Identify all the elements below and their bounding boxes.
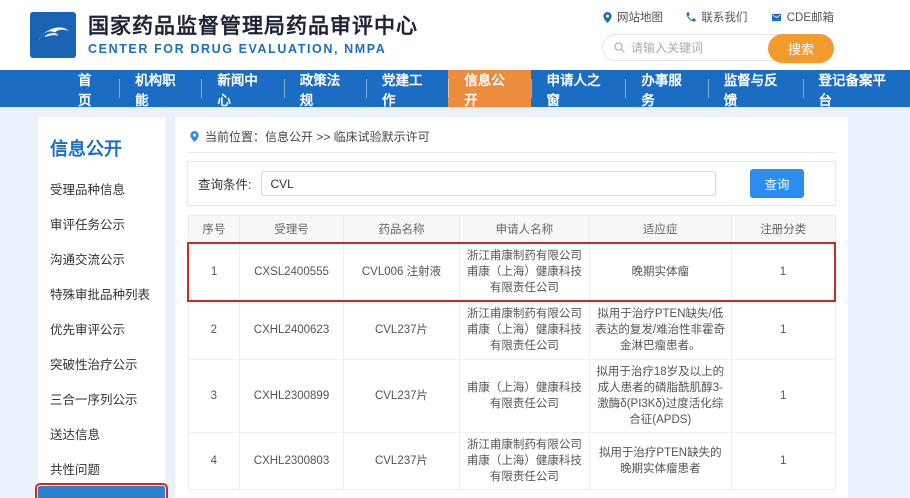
site-title-block: 国家药品监督管理局药品审评中心 CENTER FOR DRUG EVALUATI… <box>88 14 418 56</box>
query-bar: 查询条件: 查询 <box>187 161 836 206</box>
cell-indication: 拟用于治疗18岁及以上的成人患者的磷脂酰肌醇3-激酶δ(PI3Kδ)过度活化综合… <box>589 359 731 432</box>
cell-reg-class: 1 <box>731 301 835 359</box>
quick-links: 网站地图 联系我们 CDE邮箱 <box>602 9 834 25</box>
table-row: 3 CXHL2300899 CVL237片 甫康（上海）健康科技有限责任公司 拟… <box>188 359 835 432</box>
nav-item-party[interactable]: 党建工作 <box>366 70 448 107</box>
swoosh-logo-icon <box>34 16 72 54</box>
sidebar-item-review-tasks[interactable]: 审评任务公示 <box>38 206 165 241</box>
cde-logo <box>30 12 76 58</box>
header-right: 网站地图 联系我们 CDE邮箱 搜索 <box>602 9 834 61</box>
sidebar-item-clinical-trial-implied-license[interactable]: 临床试验默示许可 <box>38 486 165 498</box>
cell-reg-class: 1 <box>731 359 835 432</box>
site-subtitle: CENTER FOR DRUG EVALUATION, NMPA <box>88 42 418 56</box>
col-header-seq: 序号 <box>188 216 240 244</box>
cell-acceptance-no: CXSL2400555 <box>240 243 344 301</box>
sidebar-item-accepted-varieties[interactable]: 受理品种信息 <box>38 171 165 206</box>
sidebar-item-delivery-info[interactable]: 送达信息 <box>38 416 165 451</box>
cell-applicant: 浙江甫康制药有限公司甫康（上海）健康科技有限责任公司 <box>460 432 589 489</box>
cell-indication: 拟用于治疗PTEN缺失/低表达的复发/难治性非霍奇金淋巴瘤患者。 <box>589 301 731 359</box>
sidebar-item-common-issues[interactable]: 共性问题 <box>38 451 165 486</box>
col-header-applicant: 申请人名称 <box>460 216 589 244</box>
table-header-row: 序号 受理号 药品名称 申请人名称 适应症 注册分类 <box>188 216 835 244</box>
site-search-button[interactable]: 搜索 <box>768 34 834 63</box>
cell-acceptance-no: CXHL2300803 <box>240 432 344 489</box>
sitemap-label: 网站地图 <box>617 9 663 25</box>
sidebar-item-breakthrough-therapy[interactable]: 突破性治疗公示 <box>38 346 165 381</box>
sitemap-link[interactable]: 网站地图 <box>602 9 663 25</box>
cell-drug-name: CVL237片 <box>343 359 459 432</box>
nav-item-news[interactable]: 新闻中心 <box>201 70 283 107</box>
col-header-acceptance-no: 受理号 <box>240 216 344 244</box>
cell-applicant: 浙江甫康制药有限公司甫康（上海）健康科技有限责任公司 <box>460 301 589 359</box>
nav-item-info-disclosure[interactable]: 信息公开 <box>448 70 530 107</box>
nav-item-supervision[interactable]: 监督与反馈 <box>708 70 803 107</box>
site-search: 搜索 <box>602 34 834 61</box>
cell-drug-name: CVL006 注射液 <box>343 243 459 301</box>
contact-label: 联系我们 <box>701 9 747 25</box>
cell-drug-name: CVL237片 <box>343 432 459 489</box>
mail-icon <box>770 12 783 23</box>
cell-acceptance-no: CXHL2400623 <box>240 301 344 359</box>
cell-indication: 晚期实体瘤 <box>589 243 731 301</box>
main-panel: 当前位置：信息公开 >> 临床试验默示许可 查询条件: 查询 序号 受理号 药品… <box>175 117 848 498</box>
nav-item-home[interactable]: 首页 <box>62 70 119 107</box>
table-row: 2 CXHL2400623 CVL237片 浙江甫康制药有限公司甫康（上海）健康… <box>188 301 835 359</box>
cell-seq: 3 <box>188 359 240 432</box>
cell-reg-class: 1 <box>731 243 835 301</box>
cell-reg-class: 1 <box>731 432 835 489</box>
cde-mail-link[interactable]: CDE邮箱 <box>770 9 834 25</box>
cell-seq: 2 <box>188 301 240 359</box>
search-icon <box>613 41 626 54</box>
location-pin-icon <box>189 130 200 143</box>
nav-item-registration-platform[interactable]: 登记备案平台 <box>803 70 910 107</box>
content-area: 信息公开 受理品种信息 审评任务公示 沟通交流公示 特殊审批品种列表 优先审评公… <box>0 107 910 498</box>
cell-applicant: 甫康（上海）健康科技有限责任公司 <box>460 359 589 432</box>
query-button[interactable]: 查询 <box>750 169 803 198</box>
query-label: 查询条件: <box>198 174 251 193</box>
nav-item-applicant-window[interactable]: 申请人之窗 <box>531 70 626 107</box>
nav-item-services[interactable]: 办事服务 <box>625 70 707 107</box>
col-header-reg-class: 注册分类 <box>731 216 835 244</box>
sidebar: 信息公开 受理品种信息 审评任务公示 沟通交流公示 特殊审批品种列表 优先审评公… <box>38 117 165 498</box>
col-header-drug-name: 药品名称 <box>343 216 459 244</box>
cell-applicant: 浙江甫康制药有限公司甫康（上海）健康科技有限责任公司 <box>460 243 589 301</box>
sidebar-item-communication[interactable]: 沟通交流公示 <box>38 241 165 276</box>
map-pin-icon <box>602 11 613 24</box>
nav-item-functions[interactable]: 机构职能 <box>119 70 201 107</box>
cell-indication: 拟用于治疗PTEN缺失的晚期实体瘤患者 <box>589 432 731 489</box>
sidebar-item-three-in-one[interactable]: 三合一序列公示 <box>38 381 165 416</box>
cell-seq: 4 <box>188 432 240 489</box>
site-title: 国家药品监督管理局药品审评中心 <box>88 14 418 40</box>
main-nav: 首页 机构职能 新闻中心 政策法规 党建工作 信息公开 申请人之窗 办事服务 监… <box>0 70 910 107</box>
nav-item-policies[interactable]: 政策法规 <box>284 70 366 107</box>
cell-drug-name: CVL237片 <box>343 301 459 359</box>
col-header-indication: 适应症 <box>589 216 731 244</box>
results-table: 序号 受理号 药品名称 申请人名称 适应症 注册分类 1 CXSL2400555… <box>187 215 836 490</box>
phone-icon <box>685 11 697 23</box>
breadcrumb: 当前位置：信息公开 >> 临床试验默示许可 <box>187 126 836 153</box>
breadcrumb-text: 当前位置：信息公开 >> 临床试验默示许可 <box>205 128 430 145</box>
cde-mail-label: CDE邮箱 <box>787 9 834 25</box>
sidebar-title: 信息公开 <box>38 131 165 171</box>
table-row-annotated: 1 CXSL2400555 CVL006 注射液 浙江甫康制药有限公司甫康（上海… <box>188 243 835 301</box>
query-input[interactable] <box>261 171 716 196</box>
cell-seq: 1 <box>188 243 240 301</box>
sidebar-item-priority-review[interactable]: 优先审评公示 <box>38 311 165 346</box>
table-row: 4 CXHL2300803 CVL237片 浙江甫康制药有限公司甫康（上海）健康… <box>188 432 835 489</box>
cell-acceptance-no: CXHL2300899 <box>240 359 344 432</box>
site-header: 国家药品监督管理局药品审评中心 CENTER FOR DRUG EVALUATI… <box>0 0 910 70</box>
contact-link[interactable]: 联系我们 <box>685 9 747 25</box>
sidebar-item-special-approval[interactable]: 特殊审批品种列表 <box>38 276 165 311</box>
